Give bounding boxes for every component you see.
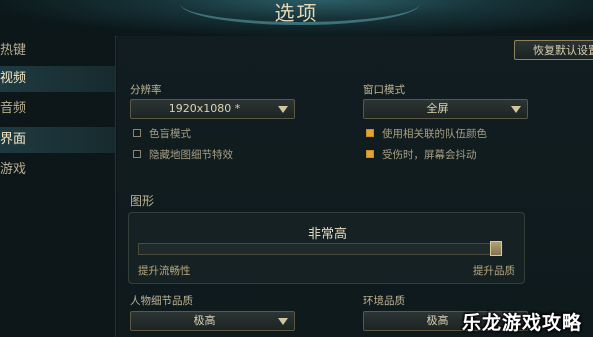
team-colors-checkbox[interactable] [366,129,374,137]
chevron-down-icon [278,318,288,325]
hide-map-effects-checkbox[interactable] [133,150,141,158]
resolution-label: 分辨率 [130,84,162,96]
colorblind-checkbox[interactable] [133,129,141,137]
sidebar-item-interface[interactable]: 界面 [0,127,115,153]
sidebar: 热键 视频 音频 界面 游戏 [0,36,116,337]
sidebar-item-video[interactable]: 视频 [0,66,115,92]
screen-shake-checkbox[interactable] [366,150,374,158]
graphics-panel: 非常高 提升流畅性 提升品质 [128,212,525,284]
reset-defaults-button[interactable]: 恢复默认设置 [514,40,593,60]
graphics-section-title: 图形 [130,194,155,208]
slider-max-label: 提升品质 [473,265,515,277]
hide-map-effects-label: 隐藏地图细节特效 [149,149,233,161]
graphics-quality-value: 非常高 [307,227,347,242]
chevron-down-icon [278,106,288,113]
window-mode-dropdown[interactable]: 全屏 [363,99,528,119]
window-mode-value: 全屏 [426,102,449,115]
window-header: 选项 [0,0,593,37]
settings-content [117,36,593,337]
slider-handle[interactable] [490,241,502,256]
graphics-quality-slider[interactable] [138,243,503,255]
window-title: 选项 [274,1,319,25]
window-mode-label: 窗口模式 [363,84,405,96]
resolution-value: 1920x1080 * [168,102,241,115]
watermark-logo: 乐龙游戏攻略 [462,312,583,334]
chevron-down-icon [511,106,521,113]
slider-fill [139,244,503,254]
sidebar-item-audio[interactable]: 音频 [0,96,115,122]
character-quality-dropdown[interactable]: 极高 [130,311,295,331]
environment-quality-label: 环境品质 [363,295,405,307]
sidebar-item-hotkeys[interactable]: 热键 [0,38,115,64]
colorblind-label: 色盲模式 [149,128,191,140]
character-quality-label: 人物细节品质 [130,295,193,307]
resolution-dropdown[interactable]: 1920x1080 * [130,99,295,119]
team-colors-label: 使用相关联的队伍颜色 [382,128,487,140]
screen-shake-label: 受伤时，屏幕会抖动 [382,149,477,161]
character-quality-value: 极高 [193,314,216,327]
sidebar-item-game[interactable]: 游戏 [0,157,115,183]
slider-min-label: 提升流畅性 [138,265,191,277]
